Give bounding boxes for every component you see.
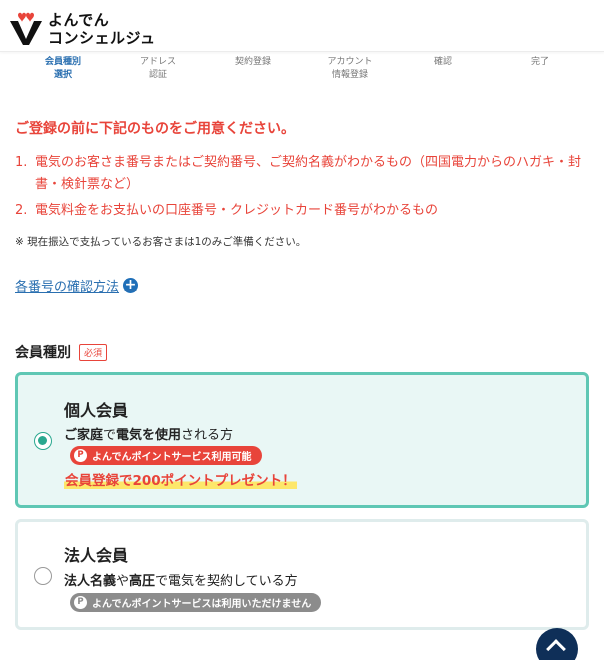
scroll-to-top-button[interactable]: [536, 628, 578, 660]
radio-corporate[interactable]: [34, 567, 52, 585]
chevron-up-icon[interactable]: [546, 639, 566, 659]
step-label-1: 会員種別: [44, 57, 81, 67]
step-address-auth: アドレス 認証: [139, 57, 176, 80]
member-type-label: 会員種別 必須: [15, 342, 108, 362]
step-confirm: 確認: [433, 57, 452, 67]
plus-circle-icon[interactable]: +: [123, 278, 139, 293]
option-individual-member[interactable]: 個人会員 ご家庭で電気を使用される方 P よんでんポイントサービス利用可能 会員…: [15, 372, 589, 508]
yonden-logo-icon[interactable]: [8, 11, 44, 47]
notice-list: 1. 電気のお客さま番号またはご契約番号、ご契約名義がわかるもの（四国電力からの…: [15, 152, 590, 222]
notice-item-number: 1.: [15, 155, 28, 170]
logo-text-line2: コンシェルジュ: [48, 29, 156, 47]
step-member-type: 会員種別 選択: [44, 57, 81, 80]
promo-text: 会員登録で200ポイントプレゼント！: [64, 469, 297, 489]
site-header: よんでん コンシェルジュ: [0, 0, 604, 52]
notice-title: ご登録の前に下記のものをご用意ください。: [15, 121, 295, 137]
point-service-unavailable-badge: P よんでんポイントサービスは利用いただけません: [70, 593, 322, 612]
option-title: 個人会員: [64, 401, 129, 420]
option-title: 法人会員: [64, 546, 129, 565]
option-description: 法人名義や高圧で電気を契約している方: [64, 574, 298, 589]
point-service-text: よんでんポイントサービスは利用いただけません: [92, 599, 312, 610]
point-icon: P: [74, 449, 87, 462]
radio-individual[interactable]: [34, 432, 52, 450]
notice-item-1: 1. 電気のお客さま番号またはご契約番号、ご契約名義がわかるもの（四国電力からの…: [15, 152, 590, 196]
step-contract: 契約登録: [234, 57, 271, 67]
notice-note: ※ 現在振込で支払っているお客さまは1のみご準備ください。: [15, 236, 307, 248]
option-corporate-member[interactable]: 法人会員 法人名義や高圧で電気を契約している方 P よんでんポイントサービスは利…: [15, 519, 589, 630]
required-badge: 必須: [79, 343, 108, 361]
how-to-check-link[interactable]: 各番号の確認方法 +: [15, 276, 139, 295]
step-account-info: アカウント 情報登録: [327, 57, 373, 80]
member-type-label-text: 会員種別: [15, 345, 71, 361]
point-icon: P: [74, 596, 87, 609]
notice-item-number: 2.: [15, 203, 28, 218]
notice-item-text: 電気料金をお支払いの口座番号・クレジットカード番号がわかるもの: [35, 203, 439, 218]
point-service-available-badge: P よんでんポイントサービス利用可能: [70, 446, 262, 465]
option-description: ご家庭で電気を使用される方: [64, 428, 234, 443]
notice-item-2: 2. 電気料金をお支払いの口座番号・クレジットカード番号がわかるもの: [15, 200, 590, 222]
step-complete: 完了: [530, 57, 549, 67]
point-service-text: よんでんポイントサービス利用可能: [92, 452, 252, 463]
how-to-check-label[interactable]: 各番号の確認方法: [15, 276, 119, 295]
notice-item-text: 電気のお客さま番号またはご契約番号、ご契約名義がわかるもの（四国電力からのハガキ…: [35, 155, 582, 192]
